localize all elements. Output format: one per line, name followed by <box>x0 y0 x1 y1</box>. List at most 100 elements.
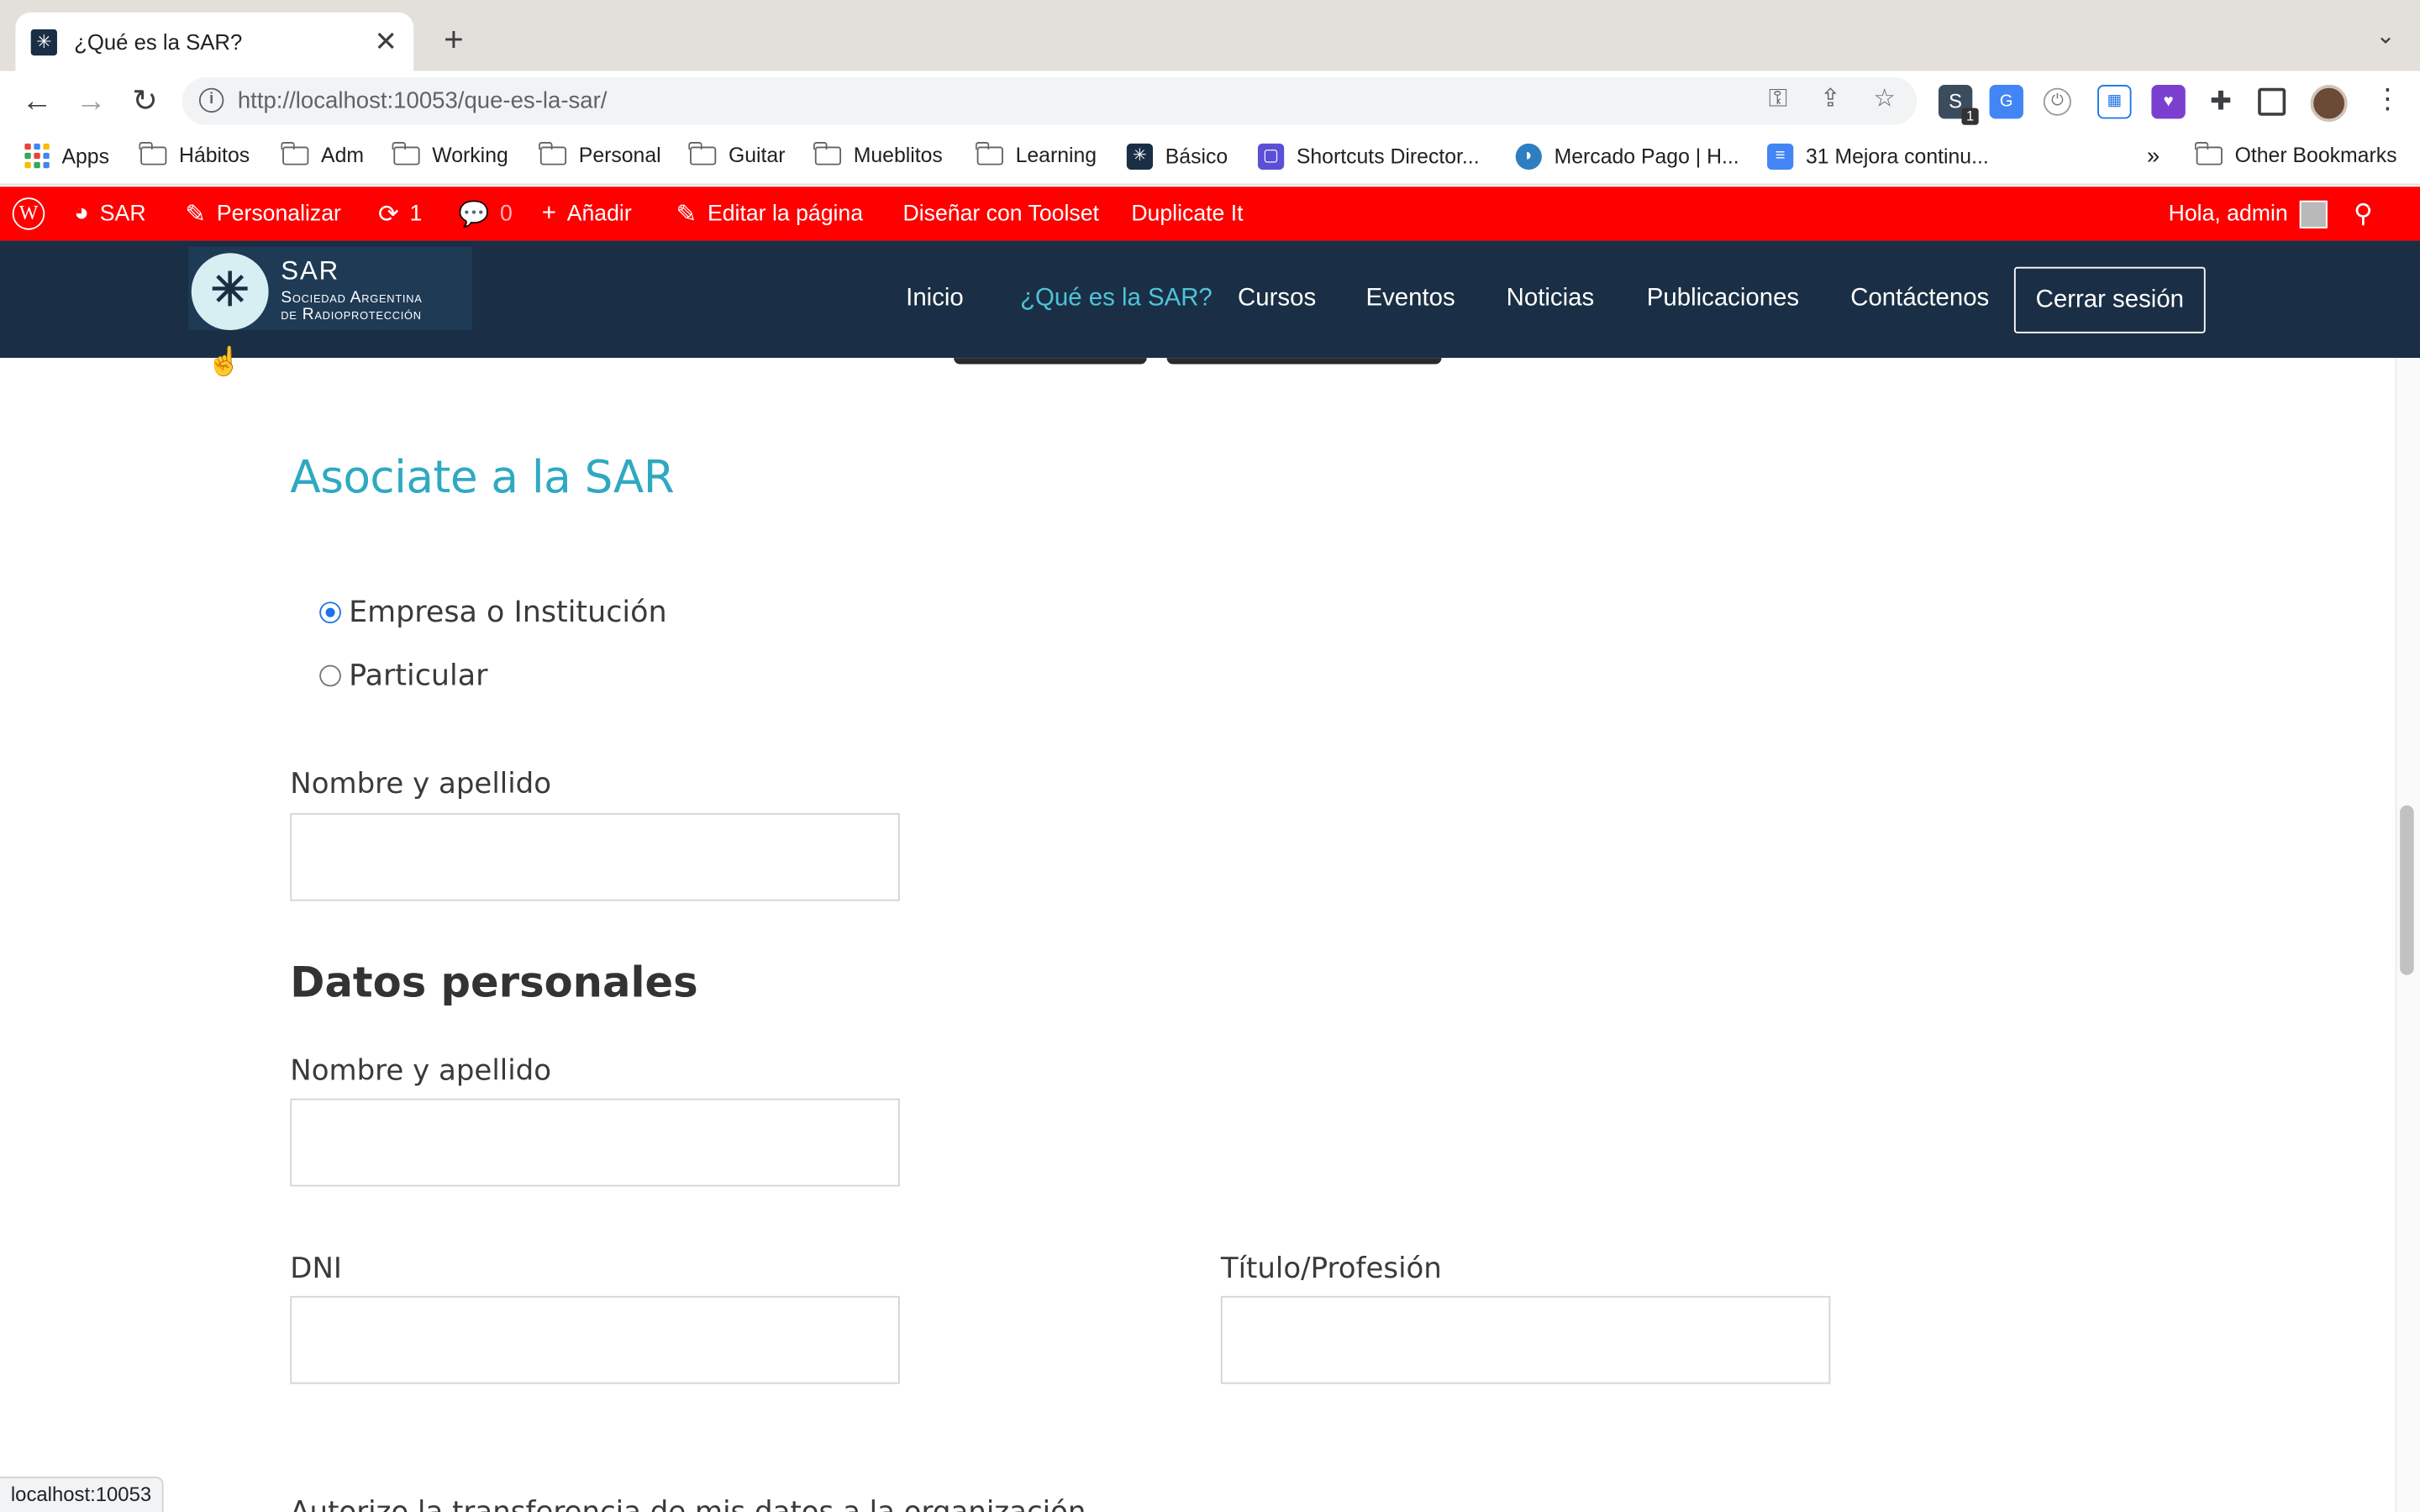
nav-contactenos[interactable]: Contáctenos <box>1850 241 1989 359</box>
radio-unselected-indicator[interactable] <box>319 664 341 687</box>
url-text[interactable]: http://localhost:10053/que-es-la-sar/ <box>238 88 608 114</box>
bookmark-other-bookmarks[interactable]: Other Bookmarks <box>2195 141 2397 166</box>
nav-que-es-la-sar[interactable]: ¿Qué es la SAR? <box>1020 241 1213 359</box>
bookmark-folder-adm[interactable]: Adm <box>281 141 364 166</box>
adminbar-duplicate-link[interactable]: Duplicate It <box>1131 186 1243 240</box>
tab-search-chevron-icon[interactable]: ⌄ <box>2376 22 2396 50</box>
bookmark-mercadopago[interactable]: ◗ Mercado Pago | H... <box>1515 143 1739 171</box>
calendar-extension-icon[interactable]: ▦ <box>2097 85 2132 119</box>
bookmark-folder-habitos[interactable]: Hábitos <box>139 141 250 166</box>
bookmark-folder-working[interactable]: Working <box>392 141 508 166</box>
folder-icon <box>139 141 167 165</box>
logout-button[interactable]: Cerrar sesión <box>2013 266 2206 333</box>
link-status-bubble: localhost:10053 <box>0 1476 164 1512</box>
site-logo[interactable]: ✳ SAR Sociedad Argentina de Radioprotecci… <box>188 246 473 331</box>
address-bar[interactable]: i http://localhost:10053/que-es-la-sar/ … <box>182 76 1918 125</box>
section-heading-personal: Datos personales <box>290 959 698 1008</box>
folder-icon <box>539 141 567 165</box>
nav-publicaciones[interactable]: Publicaciones <box>1647 241 1799 359</box>
adminbar-toolset-link[interactable]: Diseñar con Toolset <box>902 186 1098 240</box>
nav-cursos[interactable]: Cursos <box>1238 241 1316 359</box>
pencil-icon: ✎ <box>676 201 697 228</box>
folder-icon <box>281 141 309 165</box>
logo-subtitle: Sociedad Argentina de Radioprotección <box>281 288 423 324</box>
adminbar-site-link[interactable]: ◕ SAR <box>74 186 145 240</box>
profile-avatar[interactable] <box>2310 85 2348 123</box>
radio-empresa[interactable]: Empresa o Institución <box>319 596 667 629</box>
reload-icon[interactable]: ↻ <box>127 83 164 120</box>
bookmark-folder-guitar[interactable]: Guitar <box>688 141 785 166</box>
adminbar-customize-link[interactable]: ✎ Personalizar <box>185 186 341 240</box>
sar-logo-mark-icon: ✳ <box>191 253 269 331</box>
dashboard-gauge-icon: ◕ <box>74 199 89 227</box>
title-profession-input[interactable] <box>1220 1295 1831 1384</box>
label-company-name: Nombre y apellido <box>290 768 552 801</box>
back-arrow-icon[interactable]: ← <box>18 83 55 120</box>
adminbar-updates-link[interactable]: ⟳ 1 <box>378 186 422 240</box>
translate-extension-icon[interactable]: G <box>1989 85 2023 119</box>
apps-grid-icon <box>24 143 50 169</box>
shortcuts-icon: ▢ <box>1257 143 1285 171</box>
sar-favicon-icon: ✳ <box>30 28 57 55</box>
updates-refresh-icon: ⟳ <box>378 201 399 228</box>
company-name-input[interactable] <box>290 812 900 901</box>
folder-icon <box>976 141 1003 165</box>
logo-title: SAR <box>281 255 340 286</box>
bookmarks-overflow-chevron-icon[interactable]: » <box>2147 144 2160 170</box>
adminbar-comments-link[interactable]: 💬 0 <box>459 186 513 240</box>
tab-title: ¿Qué es la SAR? <box>74 29 243 55</box>
radio-particular[interactable]: Particular <box>319 659 487 693</box>
extensions-puzzle-icon[interactable]: ✚ <box>2203 85 2238 119</box>
adminbar-account-menu[interactable]: Hola, admin <box>2169 186 2328 240</box>
wordpress-logo-icon[interactable]: W <box>12 186 45 240</box>
dni-input[interactable] <box>290 1295 900 1384</box>
comment-bubble-icon: 💬 <box>458 201 490 228</box>
bookmark-basico[interactable]: ✳ Básico <box>1126 143 1228 171</box>
close-tab-icon[interactable]: ✕ <box>373 25 397 58</box>
cutoff-consent-text: Autorizo la transferencia de mis datos a… <box>290 1497 1086 1512</box>
side-panel-icon[interactable] <box>2258 87 2286 116</box>
bookmark-star-icon[interactable]: ☆ <box>1869 85 1900 116</box>
site-info-icon[interactable]: i <box>198 87 224 113</box>
page-content: Asociate a la SAR Empresa o Institución … <box>0 358 2420 1512</box>
heart-extension-icon[interactable]: ♥ <box>2151 85 2186 119</box>
folder-icon <box>688 141 717 165</box>
page-scrollbar-thumb[interactable] <box>2400 805 2414 975</box>
bookmark-folder-mueblitos[interactable]: Mueblitos <box>813 141 943 166</box>
site-header: ✳ SAR Sociedad Argentina de Radioprotecci… <box>0 240 2420 359</box>
paintbrush-icon: ✎ <box>185 201 207 228</box>
power-extension-icon[interactable]: ⏻ <box>2043 87 2071 116</box>
bookmark-folder-personal[interactable]: Personal <box>539 141 661 166</box>
browser-menu-icon[interactable]: ⋮ <box>2374 83 2402 116</box>
new-tab-button[interactable]: + <box>439 20 470 60</box>
bookmark-mejora-continua[interactable]: ≡ 31 Mejora continu... <box>1767 143 1989 171</box>
full-name-input[interactable] <box>290 1098 900 1187</box>
key-icon[interactable]: ⚿ <box>1763 85 1794 116</box>
share-icon[interactable]: ⇪ <box>1815 85 1846 116</box>
tab-strip: ✳ ¿Qué es la SAR? ✕ + ⌄ <box>0 0 2420 71</box>
form-heading: Asociate a la SAR <box>290 450 675 503</box>
extension-s-icon[interactable]: S1 <box>1938 85 1979 125</box>
bookmark-shortcuts[interactable]: ▢ Shortcuts Director... <box>1257 143 1480 171</box>
admin-avatar <box>2300 199 2328 228</box>
hand-cursor-icon: ☝ <box>207 345 242 377</box>
bookmark-folder-learning[interactable]: Learning <box>976 141 1097 166</box>
bookmarks-bar: Apps Hábitos Adm Working Personal Guitar… <box>0 132 2420 186</box>
folder-icon <box>813 141 842 165</box>
label-dni: DNI <box>290 1252 342 1285</box>
browser-tab-active[interactable]: ✳ ¿Qué es la SAR? ✕ <box>15 12 414 71</box>
nav-noticias[interactable]: Noticias <box>1507 241 1595 359</box>
adminbar-edit-page-link[interactable]: ✎ Editar la página <box>676 186 863 240</box>
forward-arrow-icon[interactable]: → <box>72 83 109 120</box>
adminbar-add-new-link[interactable]: + Añadir <box>542 186 632 240</box>
plus-icon: + <box>541 199 556 227</box>
browser-toolbar: ← → ↻ i http://localhost:10053/que-es-la… <box>0 71 2420 133</box>
folder-icon <box>392 141 420 165</box>
hidden-button-edge[interactable] <box>1166 358 1442 365</box>
nav-inicio[interactable]: Inicio <box>906 241 964 359</box>
adminbar-search-icon[interactable]: ⚲ <box>2354 186 2373 240</box>
radio-selected-indicator[interactable] <box>319 601 341 624</box>
hidden-button-edge[interactable] <box>954 358 1147 365</box>
nav-eventos[interactable]: Eventos <box>1366 241 1455 359</box>
bookmark-apps[interactable]: Apps <box>24 143 109 169</box>
